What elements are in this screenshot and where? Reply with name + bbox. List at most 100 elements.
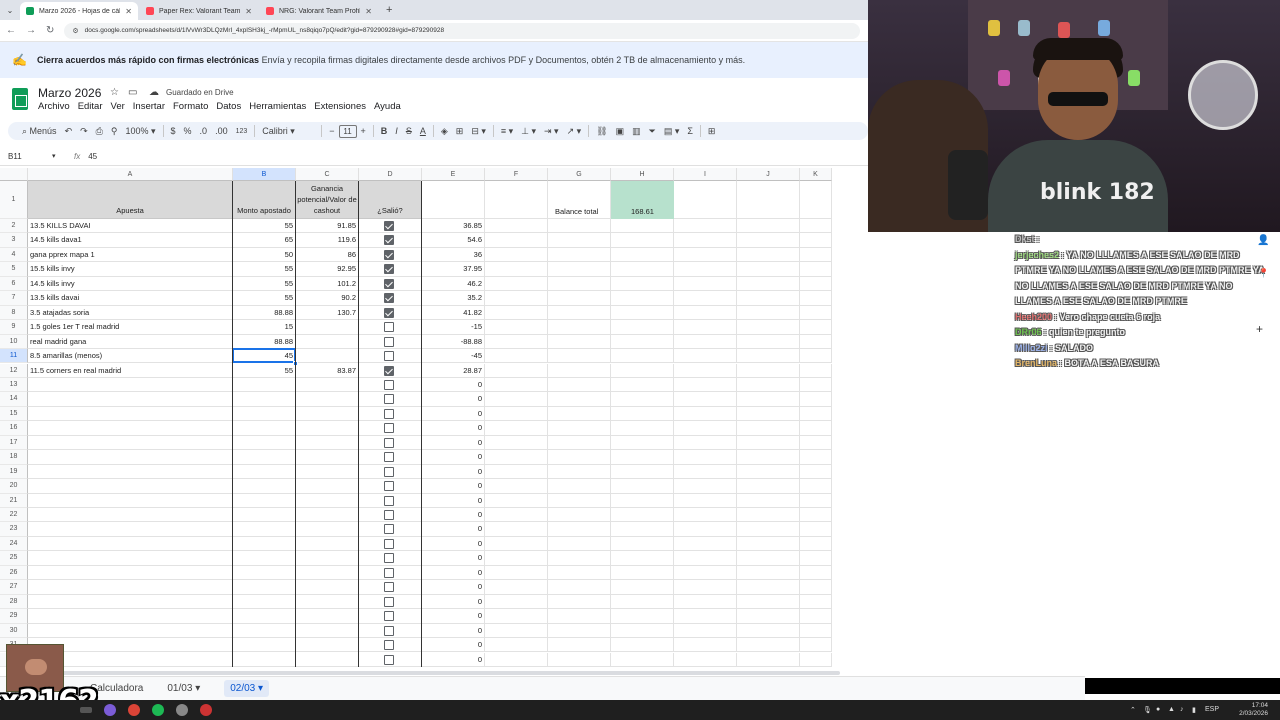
cell[interactable] xyxy=(800,565,832,581)
cell-e[interactable]: 0 xyxy=(422,406,485,422)
cell-b[interactable]: 88.88 xyxy=(233,334,296,350)
cell-a[interactable] xyxy=(28,609,233,624)
cell[interactable] xyxy=(737,536,800,552)
cell[interactable] xyxy=(548,363,611,378)
cell[interactable] xyxy=(548,479,611,494)
cell-a[interactable] xyxy=(28,623,233,639)
cell[interactable] xyxy=(800,580,832,595)
cell-e[interactable]: 0 xyxy=(422,594,485,610)
cell-b[interactable]: 55 xyxy=(233,363,296,378)
cell[interactable] xyxy=(611,334,674,350)
row-header[interactable]: 4 xyxy=(0,247,28,263)
column-header-g[interactable]: G xyxy=(548,168,611,181)
cell[interactable] xyxy=(800,450,832,465)
menu-ayuda[interactable]: Ayuda xyxy=(374,101,401,112)
filter-icon[interactable]: ⏷ xyxy=(645,126,660,137)
cell-b[interactable] xyxy=(233,464,296,480)
cell[interactable] xyxy=(548,594,611,610)
cell[interactable] xyxy=(674,276,737,292)
cell[interactable] xyxy=(674,464,737,480)
cell[interactable] xyxy=(485,623,548,639)
cell-c[interactable]: 83.87 xyxy=(296,363,359,378)
horizontal-scrollbar[interactable] xyxy=(30,671,840,675)
cell-e[interactable]: 0 xyxy=(422,493,485,508)
cell-e[interactable]: 0 xyxy=(422,565,485,581)
select-all-corner[interactable] xyxy=(0,168,28,181)
cell-d[interactable] xyxy=(359,392,422,407)
cell-e[interactable]: 0 xyxy=(422,580,485,595)
bold-icon[interactable]: B xyxy=(377,126,392,136)
cell[interactable] xyxy=(485,291,548,306)
cell[interactable] xyxy=(485,435,548,451)
cell[interactable] xyxy=(548,580,611,595)
cell[interactable] xyxy=(800,421,832,436)
row-header[interactable]: 21 xyxy=(0,493,28,508)
cell[interactable] xyxy=(485,551,548,566)
cell[interactable] xyxy=(800,551,832,566)
cell-b[interactable] xyxy=(233,508,296,523)
cell[interactable] xyxy=(611,565,674,581)
cell[interactable] xyxy=(737,291,800,306)
cell[interactable] xyxy=(674,392,737,407)
cell[interactable] xyxy=(548,219,611,234)
row-header[interactable]: 23 xyxy=(0,522,28,537)
cell-d[interactable] xyxy=(359,291,422,306)
cell[interactable] xyxy=(674,450,737,465)
row-header[interactable]: 11 xyxy=(0,349,28,364)
cell[interactable] xyxy=(611,262,674,277)
merge-cells-icon[interactable]: ⊟ ▾ xyxy=(467,126,490,137)
menu-editar[interactable]: Editar xyxy=(78,101,103,112)
font-size-decrease-icon[interactable]: − xyxy=(325,126,338,136)
cell-e[interactable]: 0 xyxy=(422,551,485,566)
cell-c[interactable] xyxy=(296,464,359,480)
cell[interactable] xyxy=(737,219,800,234)
cell[interactable] xyxy=(611,305,674,321)
cell-d[interactable] xyxy=(359,363,422,378)
cell-c[interactable] xyxy=(296,594,359,610)
salio-checkbox[interactable] xyxy=(383,510,394,520)
cell[interactable] xyxy=(611,435,674,451)
cell[interactable] xyxy=(611,450,674,465)
cell[interactable] xyxy=(737,522,800,537)
cell-c[interactable] xyxy=(296,623,359,639)
back-icon[interactable]: ← xyxy=(6,25,16,36)
cell[interactable] xyxy=(611,551,674,566)
cell-c[interactable]: 91.85 xyxy=(296,219,359,234)
zoom-select[interactable]: 100% ▾ xyxy=(121,126,159,137)
salio-checkbox[interactable] xyxy=(383,524,394,535)
cell[interactable] xyxy=(611,219,674,234)
cell[interactable] xyxy=(674,652,737,667)
cell-b[interactable]: 55 xyxy=(233,276,296,292)
cell-e[interactable]: 0 xyxy=(422,479,485,494)
cell[interactable] xyxy=(548,508,611,523)
insert-link-icon[interactable]: ⛓ xyxy=(592,126,611,137)
paint-format-icon[interactable]: ⚲ xyxy=(107,126,122,137)
cell-b[interactable] xyxy=(233,450,296,465)
cell[interactable] xyxy=(548,392,611,407)
cell[interactable] xyxy=(674,320,737,335)
header-cell-a[interactable]: Apuesta xyxy=(28,181,233,219)
cell[interactable] xyxy=(485,508,548,523)
cell[interactable] xyxy=(485,522,548,537)
salio-checkbox[interactable] xyxy=(383,249,394,260)
move-folder-icon[interactable]: ▭ xyxy=(128,87,137,98)
cell[interactable] xyxy=(485,247,548,263)
salio-checkbox[interactable] xyxy=(383,264,394,275)
cell-e[interactable]: 41.82 xyxy=(422,305,485,321)
cell[interactable] xyxy=(674,247,737,263)
cell[interactable] xyxy=(800,623,832,639)
font-size-input[interactable]: 11 xyxy=(338,124,357,138)
cell-b[interactable] xyxy=(233,392,296,407)
cell-a[interactable] xyxy=(28,565,233,581)
cell[interactable] xyxy=(674,435,737,451)
cell-b[interactable] xyxy=(233,594,296,610)
cell-c[interactable] xyxy=(296,377,359,393)
cell[interactable] xyxy=(674,623,737,639)
cell[interactable] xyxy=(800,493,832,508)
cell[interactable] xyxy=(485,320,548,335)
cell[interactable] xyxy=(611,638,674,653)
cell[interactable] xyxy=(485,464,548,480)
cell[interactable] xyxy=(800,181,832,219)
cell-c[interactable] xyxy=(296,609,359,624)
cell[interactable] xyxy=(674,406,737,422)
